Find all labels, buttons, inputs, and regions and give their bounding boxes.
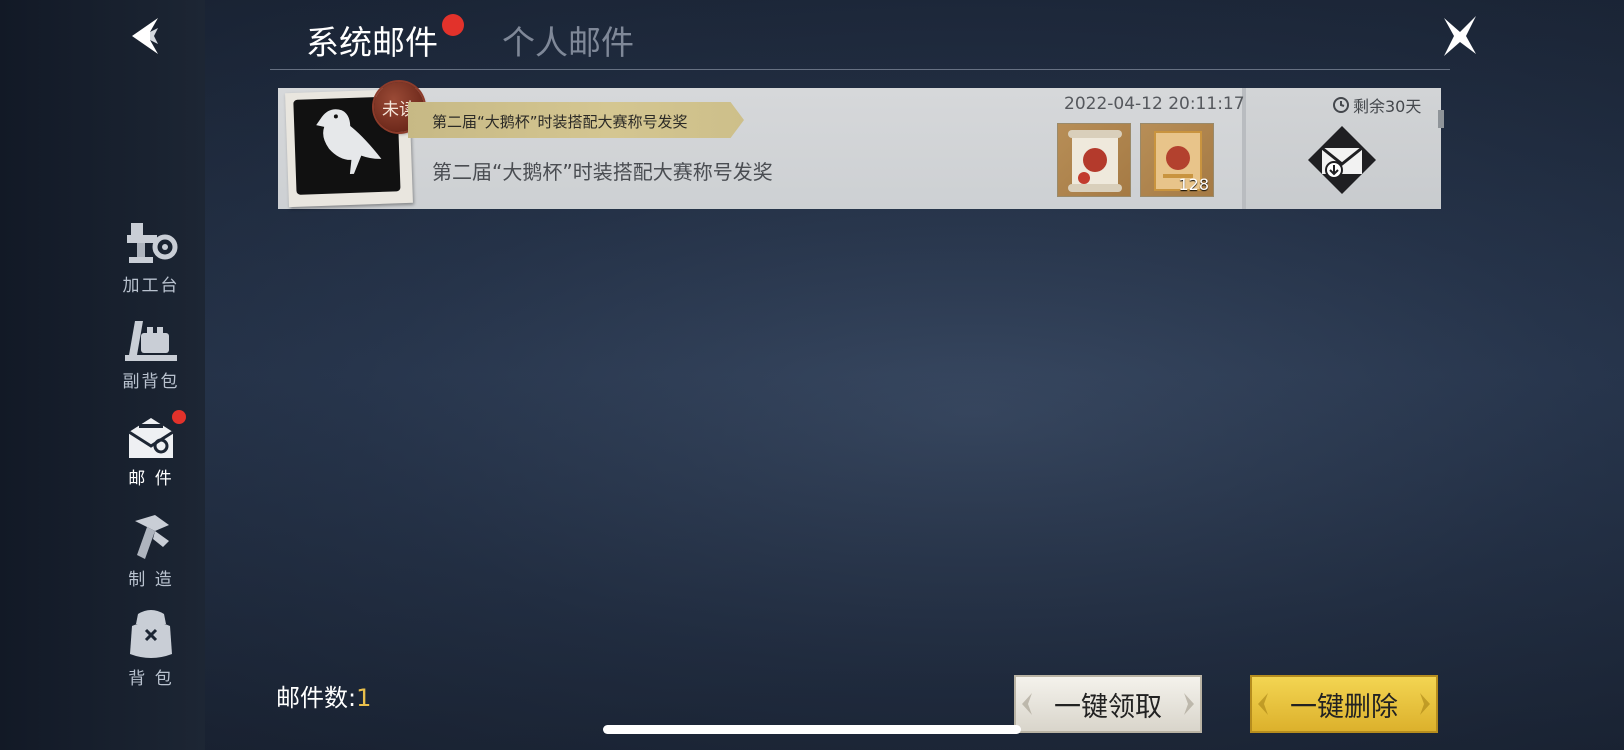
mail-title-ribbon: 第二届“大鹅杯”时装搭配大赛称号发奖 — [408, 102, 744, 138]
tab-personal-mail[interactable]: 个人邮件 — [502, 16, 634, 64]
mail-count-label: 邮件数: — [276, 684, 357, 712]
sidebar-item-label: 背 包 — [128, 669, 174, 689]
tab-system-mail[interactable]: 系统邮件 — [306, 16, 438, 64]
workbench-icon — [127, 223, 178, 263]
sidebar-item-label: 制 造 — [128, 570, 174, 590]
mail-timestamp: 2022-04-12 20:11:17 — [1064, 94, 1245, 114]
crafting-icon — [135, 515, 169, 559]
button-right-ornament — [1184, 693, 1194, 715]
home-indicator[interactable] — [603, 725, 1021, 734]
sidebar-item-backpack[interactable]: 背 包 — [112, 608, 190, 689]
remaining-time-text: 剩余30天 — [1353, 97, 1422, 116]
sidebar-item-secondary-backpack[interactable]: 副背包 — [112, 315, 190, 392]
delete-all-button[interactable]: 一键删除 — [1250, 675, 1438, 733]
claim-mail-icon — [1308, 126, 1376, 194]
mail-count: 邮件数:1 — [276, 678, 371, 713]
button-right-ornament — [1420, 693, 1430, 715]
sidebar-item-mail[interactable]: 邮 件 — [112, 410, 190, 489]
scroll-icon — [1068, 130, 1122, 192]
remaining-time: 剩余30天 — [1332, 93, 1421, 117]
claim-all-button[interactable]: 一键领取 — [1014, 675, 1202, 733]
delete-all-label: 一键删除 — [1290, 691, 1398, 723]
backpack-icon — [130, 610, 172, 658]
tabs-divider — [270, 69, 1450, 70]
mail-badge-dot — [172, 410, 186, 424]
close-button[interactable] — [1440, 14, 1480, 58]
close-x-icon — [1444, 16, 1476, 56]
sidebar-item-label: 邮 件 — [128, 469, 174, 489]
arrow-left-icon — [132, 18, 158, 54]
system-mail-badge-dot — [442, 14, 464, 36]
sidebar-item-workbench[interactable]: 加工台 — [112, 217, 190, 296]
sidebar-item-label: 加工台 — [122, 276, 180, 296]
attachment-item[interactable] — [1057, 123, 1131, 197]
mail-title: 第二届“大鹅杯”时装搭配大赛称号发奖 — [432, 113, 688, 131]
mail-count-value: 1 — [356, 684, 372, 712]
clock-icon — [1333, 97, 1349, 113]
attachment-item[interactable]: 128 — [1140, 123, 1214, 197]
sidebar-item-crafting[interactable]: 制 造 — [112, 511, 190, 590]
mail-icon — [128, 418, 174, 458]
claim-mail-button[interactable] — [1306, 124, 1378, 196]
sidebar-item-label: 副背包 — [122, 372, 180, 392]
secondary-backpack-icon — [125, 321, 177, 361]
button-left-ornament — [1258, 693, 1268, 715]
sidebar: 加工台 副背包 邮 件 制 造 背 包 — [0, 0, 205, 750]
mail-body: 第二届“大鹅杯”时装搭配大赛称号发奖 — [432, 160, 773, 184]
claim-all-label: 一键领取 — [1054, 691, 1162, 723]
button-left-ornament — [1022, 693, 1032, 715]
list-scroll-indicator — [1438, 110, 1444, 128]
back-button[interactable] — [128, 16, 168, 56]
attachment-count: 128 — [1178, 175, 1209, 194]
